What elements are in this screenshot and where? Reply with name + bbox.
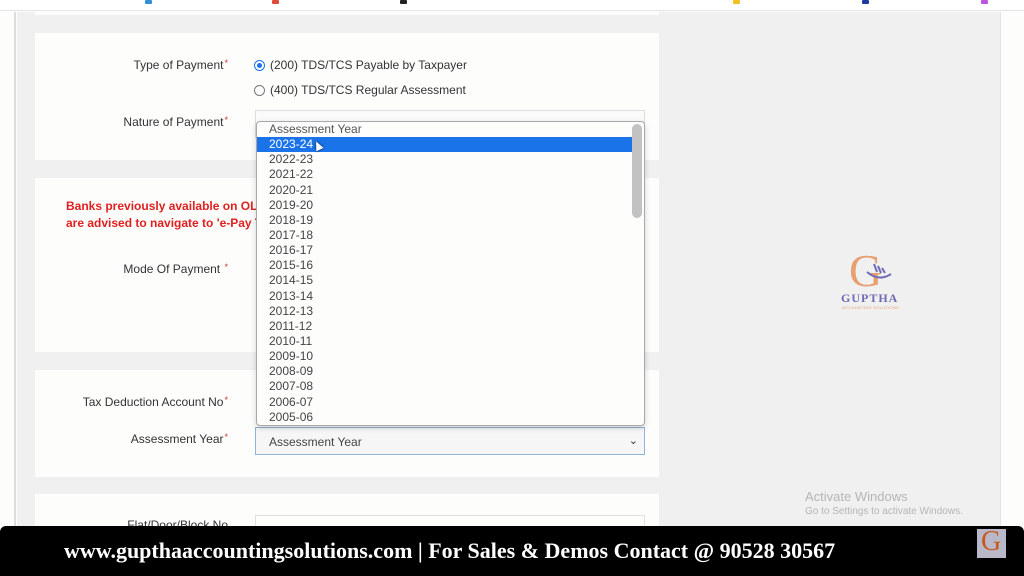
dropdown-option[interactable]: 2022-23 [257,152,632,167]
dropdown-option[interactable]: 2009-10 [257,349,632,364]
form-section-top [35,12,659,15]
nature-of-payment-label: Nature of Payment* [123,115,228,129]
mode-of-payment-label: Mode Of Payment * [123,262,228,276]
scrollbar-thumb[interactable] [632,124,642,218]
dropdown-option[interactable]: 2021-22 [257,167,632,182]
logo-swoosh-icon [866,263,892,279]
right-gutter [1000,12,1024,526]
activate-windows-watermark: Activate Windows Go to Settings to activ… [805,489,963,517]
dropdown-option[interactable]: 2016-17 [257,243,632,258]
type-of-payment-label: Type of Payment* [133,58,228,72]
assessment-year-label: Assessment Year* [130,432,228,446]
logo-name: GUPTHA [841,291,899,305]
dropdown-option[interactable]: 2017-18 [257,228,632,243]
banner-logo-icon: G [977,526,1006,558]
bookmark-icon[interactable] [862,0,869,4]
bookmark-icon[interactable] [400,0,407,4]
tan-label: Tax Deduction Account No* [82,395,228,409]
dropdown-option[interactable]: 2014-15 [257,273,632,288]
activate-title: Activate Windows [805,489,908,504]
dropdown-option[interactable]: 2020-21 [257,183,632,198]
dropdown-options-list: Assessment Year 2023-24 2022-23 2021-22 2020… [257,122,644,425]
radio-label: (400) TDS/TCS Regular Assessment [270,83,466,97]
dropdown-option[interactable]: 2011-12 [257,319,632,334]
bookmark-icon[interactable] [272,0,279,4]
radio-button[interactable] [254,84,265,96]
left-gutter [0,12,16,526]
activate-subtitle: Go to Settings to activate Windows. [805,506,963,517]
radio-option-400[interactable]: (400) TDS/TCS Regular Assessment [254,83,466,97]
dropdown-option[interactable]: 2010-11 [257,334,632,349]
assessment-year-select[interactable]: Assessment Year ⌄ [255,427,645,455]
dropdown-option[interactable]: 2007-08 [257,379,632,394]
logo-subtitle: ACCOUNTING SOLUTIONS [842,305,900,310]
dropdown-option[interactable]: Assessment Year [257,122,632,137]
dropdown-option[interactable]: 2018-19 [257,213,632,228]
bookmark-icon[interactable] [145,0,152,4]
bookmark-icon[interactable] [733,0,740,4]
dropdown-option[interactable]: 2012-13 [257,304,632,319]
dropdown-scrollbar[interactable] [632,124,642,424]
assessment-year-value: Assessment Year [269,435,362,449]
banner-text: www.gupthaaccountingsolutions.com | For … [64,538,836,563]
banner-logo-letter: G [981,526,1002,557]
bank-notice-line2: are advised to navigate to 'e-Pay T [66,216,263,230]
dropdown-option[interactable]: 2019-20 [257,198,632,213]
promo-banner: www.gupthaaccountingsolutions.com | For … [0,526,1024,576]
assessment-year-dropdown[interactable]: Assessment Year 2023-24 2022-23 2021-22 2020… [256,121,645,426]
chevron-down-icon: ⌄ [628,435,638,447]
bank-notice-line1: Banks previously available on OLT [66,199,264,213]
radio-button-checked[interactable] [254,59,265,71]
bookmarks-bar [0,0,1024,11]
radio-option-200[interactable]: (200) TDS/TCS Payable by Taxpayer [254,58,467,72]
radio-label: (200) TDS/TCS Payable by Taxpayer [270,58,467,72]
bookmark-icon[interactable] [981,0,988,4]
dropdown-option[interactable]: 2013-14 [257,289,632,304]
dropdown-option[interactable]: 2005-06 [257,410,632,425]
dropdown-option[interactable]: 2015-16 [257,258,632,273]
dropdown-option[interactable]: 2006-07 [257,395,632,410]
dropdown-option[interactable]: 2008-09 [257,364,632,379]
guptha-watermark-logo: G GUPTHA ACCOUNTING SOLUTIONS [835,248,915,318]
